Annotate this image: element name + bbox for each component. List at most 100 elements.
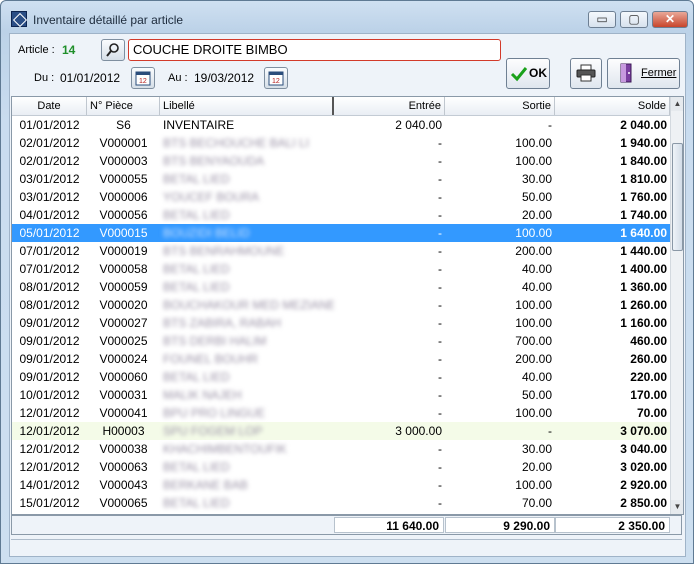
scroll-up-arrow-icon[interactable]: ▲ xyxy=(671,97,683,111)
table-row[interactable]: 09/01/2012 V000027 BTS ZABIRA, RABAH - 100.0… xyxy=(12,314,670,332)
cell-sortie: 100.00 xyxy=(515,136,552,150)
column-header-piece[interactable]: N° Pièce xyxy=(87,97,160,115)
table-row[interactable]: 12/01/2012 H00003 SPU FOGEM LOP 3 000.00 - 3 … xyxy=(12,422,670,440)
cell-date: 08/01/2012 xyxy=(19,298,80,312)
table-row[interactable]: 12/01/2012 V000063 BETAL LIED - 20.00 3 020.0… xyxy=(12,458,670,476)
table-row[interactable]: 09/01/2012 V000060 BETAL LIED - 40.00 220.00 xyxy=(12,368,670,386)
table-row[interactable]: 05/01/2012 V000015 BOUZIDI BELID - 100.00 1 6… xyxy=(12,224,670,242)
table-row[interactable]: 08/01/2012 V000020 BOUCHAKOUR MED MEZIANE -… xyxy=(12,296,670,314)
cell-sortie: 100.00 xyxy=(515,298,552,312)
cell-piece: H00003 xyxy=(102,424,145,438)
article-name-field[interactable]: COUCHE DROITE BIMBO xyxy=(128,39,501,61)
date-to-field[interactable]: 19/03/2012 xyxy=(189,67,263,89)
cell-libelle: BTS BENYAOUDA xyxy=(163,154,265,168)
cell-piece: V000056 xyxy=(99,208,148,222)
cell-entree: - xyxy=(438,316,442,330)
calendar-icon: 12 xyxy=(268,71,284,86)
cell-entree: - xyxy=(438,496,442,510)
close-button[interactable]: ✕ xyxy=(652,11,688,28)
print-button[interactable] xyxy=(570,58,602,89)
cell-piece: V000003 xyxy=(99,154,148,168)
table-row[interactable]: 04/01/2012 V000056 BETAL LIED - 20.00 1 740.0… xyxy=(12,206,670,224)
cell-sortie: 200.00 xyxy=(515,352,552,366)
cell-sortie: 50.00 xyxy=(521,190,552,204)
cell-entree: - xyxy=(438,154,442,168)
cell-solde: 1 440.00 xyxy=(620,244,667,258)
cell-solde: 70.00 xyxy=(636,406,667,420)
cell-libelle: MALIK NAJEH xyxy=(163,388,242,402)
table-row[interactable]: 02/01/2012 V000001 BTS BECHOUCHE BALI LI - 1… xyxy=(12,134,670,152)
cell-solde: 2 040.00 xyxy=(620,118,667,132)
cell-libelle: SPU FOGEM LOP xyxy=(163,424,263,438)
table-row[interactable]: 02/01/2012 V000003 BTS BENYAOUDA - 100.00 1 8… xyxy=(12,152,670,170)
cell-libelle: INVENTAIRE xyxy=(163,118,235,132)
title-bar[interactable]: Inventaire détaillé par article ▭ ▢ ✕ xyxy=(1,1,693,33)
cell-solde: 2 850.00 xyxy=(620,496,667,510)
table-header: Date N° Pièce Libellé Entrée Sortie Sold… xyxy=(12,97,670,116)
cell-entree: - xyxy=(438,190,442,204)
au-label: Au : xyxy=(168,72,188,84)
cell-sortie: 100.00 xyxy=(515,226,552,240)
table-row[interactable]: 07/01/2012 V000019 BTS BENRAHMOUNE - 200.00 1… xyxy=(12,242,670,260)
column-header-solde[interactable]: Solde xyxy=(555,97,670,115)
ok-button[interactable]: OK xyxy=(506,58,550,89)
cell-sortie: 40.00 xyxy=(521,262,552,276)
cell-piece: V000027 xyxy=(99,316,148,330)
table-row[interactable]: 14/01/2012 V000043 BERKANE BAB - 100.00 2 920… xyxy=(12,476,670,494)
inventory-table[interactable]: Date N° Pièce Libellé Entrée Sortie Sold… xyxy=(11,96,684,515)
minimize-button[interactable]: ▭ xyxy=(588,11,616,28)
cell-date: 07/01/2012 xyxy=(19,244,80,258)
column-header-date[interactable]: Date xyxy=(12,97,87,115)
svg-text:12: 12 xyxy=(272,78,280,85)
column-header-libelle[interactable]: Libellé xyxy=(160,97,334,115)
column-header-entree[interactable]: Entrée xyxy=(334,97,445,115)
exit-door-icon xyxy=(620,63,632,83)
calendar-icon: 12 xyxy=(135,71,151,86)
cell-solde: 1 810.00 xyxy=(620,172,667,186)
table-row[interactable]: 10/01/2012 V000031 MALIK NAJEH - 50.00 170.00 xyxy=(12,386,670,404)
maximize-button[interactable]: ▢ xyxy=(620,11,648,28)
table-row[interactable]: 15/01/2012 V000065 BETAL LIED - 70.00 2 850.0… xyxy=(12,494,670,512)
cell-solde: 1 640.00 xyxy=(620,226,667,240)
ok-label: OK xyxy=(529,66,547,80)
date-from-calendar-button[interactable]: 12 xyxy=(131,67,155,89)
date-to-calendar-button[interactable]: 12 xyxy=(264,67,288,89)
table-row[interactable]: 09/01/2012 V000025 BTS DERBI HALIM - 700.00 4… xyxy=(12,332,670,350)
table-row[interactable]: 12/01/2012 V000041 BPU PRO LINGUE - 100.00 70… xyxy=(12,404,670,422)
article-search-button[interactable] xyxy=(101,39,125,61)
cell-piece: V000025 xyxy=(99,334,148,348)
cell-piece: V000059 xyxy=(99,280,148,294)
cell-date: 09/01/2012 xyxy=(19,316,80,330)
column-header-sortie[interactable]: Sortie xyxy=(445,97,555,115)
fermer-label: Fermer xyxy=(641,67,677,79)
cell-sortie: 200.00 xyxy=(515,244,552,258)
scroll-down-arrow-icon[interactable]: ▼ xyxy=(671,500,683,514)
date-from-field[interactable]: 01/01/2012 xyxy=(55,67,129,89)
cell-solde: 1 740.00 xyxy=(620,208,667,222)
scroll-thumb[interactable] xyxy=(672,143,683,251)
cell-libelle: BTS BECHOUCHE BALI LI xyxy=(163,136,310,150)
cell-date: 12/01/2012 xyxy=(19,460,80,474)
cell-entree: - xyxy=(438,226,442,240)
cell-piece: V000063 xyxy=(99,460,148,474)
cell-date: 09/01/2012 xyxy=(19,352,80,366)
table-row[interactable]: 08/01/2012 V000059 BETAL LIED - 40.00 1 360.0… xyxy=(12,278,670,296)
table-row[interactable]: 09/01/2012 V000024 FOUNEL BOUHR - 200.00 260.… xyxy=(12,350,670,368)
vertical-scrollbar[interactable]: ▲ ▼ xyxy=(670,97,683,514)
cell-entree: - xyxy=(438,460,442,474)
table-row[interactable]: 07/01/2012 V000058 BETAL LIED - 40.00 1 400.0… xyxy=(12,260,670,278)
table-row[interactable]: 12/01/2012 V000038 KHACHIMBENTOUFIK - 30.00 3… xyxy=(12,440,670,458)
cell-entree: - xyxy=(438,442,442,456)
cell-date: 03/01/2012 xyxy=(19,190,80,204)
cell-sortie: 100.00 xyxy=(515,154,552,168)
table-row[interactable]: 03/01/2012 V000055 BETAL LIED - 30.00 1 810.0… xyxy=(12,170,670,188)
cell-entree: - xyxy=(438,262,442,276)
cell-sortie: - xyxy=(548,424,552,438)
total-entree: 11 640.00 xyxy=(334,517,444,533)
table-row[interactable]: 03/01/2012 V000006 YOUCEF BOURA - 50.00 1 760… xyxy=(12,188,670,206)
article-code-field[interactable]: 14 xyxy=(57,39,102,61)
table-row[interactable]: 01/01/2012 S6 INVENTAIRE 2 040.00 - 2 040.00 xyxy=(12,116,670,134)
cell-entree: - xyxy=(438,298,442,312)
cell-piece: V000015 xyxy=(99,226,148,240)
close-window-button[interactable]: Fermer xyxy=(607,58,680,89)
